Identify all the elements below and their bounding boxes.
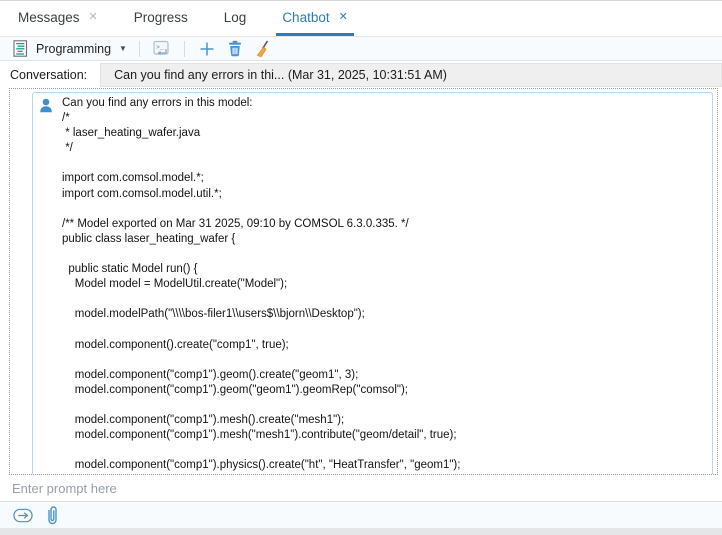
tab-label: Chatbot: [282, 10, 329, 25]
programming-mode-label: Programming: [36, 42, 111, 56]
message-text: Can you find any errors in this model: /…: [62, 96, 704, 473]
user-avatar-icon: [39, 98, 53, 118]
programming-mode-dropdown[interactable]: Programming ▼: [10, 39, 127, 59]
chatbot-toolbar: Programming ▼ >_: [0, 36, 722, 61]
conversation-label: Conversation:: [10, 68, 87, 82]
chevron-down-icon: ▼: [119, 44, 127, 53]
tab-chatbot[interactable]: Chatbot ✕: [276, 1, 354, 36]
toolbar-separator: [139, 41, 140, 57]
attachment-paperclip-icon[interactable]: [42, 505, 62, 525]
send-prompt-icon[interactable]: [13, 505, 33, 525]
tab-messages[interactable]: Messages ✕: [12, 1, 104, 36]
close-icon[interactable]: ✕: [339, 12, 348, 23]
close-icon[interactable]: ✕: [89, 12, 98, 23]
tab-label: Messages: [18, 10, 80, 25]
programming-method-icon: [10, 39, 30, 59]
conversation-select[interactable]: Can you find any errors in thi... (Mar 3…: [100, 63, 722, 87]
new-conversation-icon[interactable]: [197, 39, 217, 59]
chat-history[interactable]: Can you find any errors in this model: /…: [9, 88, 718, 475]
prompt-row: [0, 476, 722, 502]
clear-conversation-broom-icon[interactable]: [253, 39, 273, 59]
svg-text:>_: >_: [156, 44, 164, 51]
user-message: Can you find any errors in this model: /…: [32, 92, 713, 475]
toolbar-separator: [184, 41, 185, 57]
prompt-input[interactable]: [0, 476, 722, 502]
tab-label: Log: [224, 10, 247, 25]
tab-log[interactable]: Log: [218, 1, 253, 36]
conversation-selected-value: Can you find any errors in thi... (Mar 3…: [114, 68, 447, 82]
tab-bar: Messages ✕ Progress Log Chatbot ✕: [0, 1, 722, 36]
insert-code-icon[interactable]: >_: [152, 39, 172, 59]
conversation-row: Conversation: Can you find any errors in…: [0, 62, 722, 88]
prompt-actions: [0, 502, 722, 528]
delete-conversation-icon[interactable]: [225, 39, 245, 59]
chatbot-panel: Messages ✕ Progress Log Chatbot ✕: [0, 0, 722, 535]
tab-label: Progress: [134, 10, 188, 25]
tab-progress[interactable]: Progress: [128, 1, 194, 36]
